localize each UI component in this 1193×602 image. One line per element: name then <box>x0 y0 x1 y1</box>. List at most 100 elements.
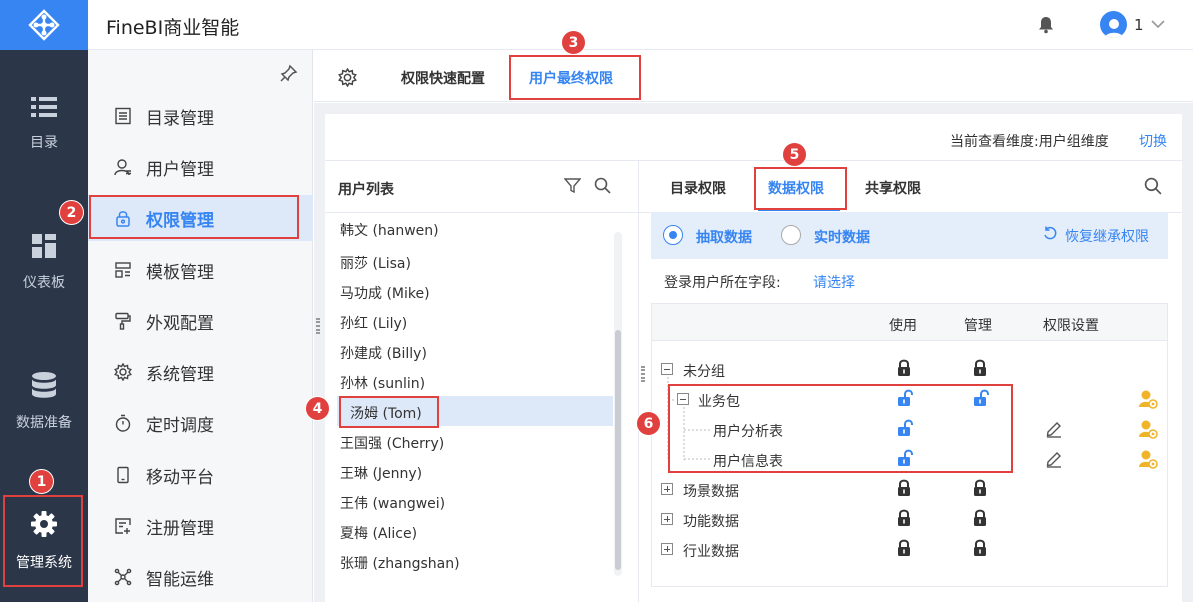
user-setting-icon[interactable] <box>1138 449 1158 469</box>
scrollbar-thumb[interactable] <box>615 330 621 570</box>
locked-icon[interactable] <box>973 479 987 497</box>
submenu-label: 智能运维 <box>146 569 214 590</box>
switch-dimension-link[interactable]: 切换 <box>1139 131 1167 151</box>
rail-label: 仪表板 <box>23 275 65 291</box>
tree-node[interactable]: 未分组 <box>683 361 725 381</box>
locked-icon[interactable] <box>897 509 911 527</box>
submenu-item-templates[interactable]: 模板管理 <box>88 247 313 293</box>
step-badge: 3 <box>561 30 586 55</box>
list-item[interactable]: 孙林 (sunlin) <box>340 373 425 393</box>
radio-extract[interactable] <box>663 225 683 245</box>
dimension-label: 当前查看维度:用户组维度 <box>950 134 1109 150</box>
step-badge: 2 <box>59 200 84 225</box>
list-item[interactable]: 丽莎 (Lisa) <box>340 253 411 273</box>
logo[interactable] <box>0 0 88 50</box>
database-icon <box>32 372 56 398</box>
header-manage: 管理 <box>964 318 992 334</box>
settings-gear-icon[interactable] <box>338 68 357 87</box>
restore-inherit-link[interactable]: 恢复继承权限 <box>1065 226 1149 246</box>
divider <box>638 160 639 602</box>
divider <box>325 160 1182 161</box>
tab-share-permission[interactable]: 共享权限 <box>865 178 921 198</box>
list-item[interactable]: 张珊 (zhangshan) <box>340 553 460 573</box>
resize-handle[interactable] <box>641 366 645 382</box>
avatar[interactable] <box>1100 11 1127 38</box>
user-setting-icon[interactable] <box>1138 389 1158 409</box>
pin-icon[interactable] <box>280 64 298 82</box>
radio-realtime-label[interactable]: 实时数据 <box>814 227 870 247</box>
submenu-label: 系统管理 <box>146 364 214 385</box>
tab-quick-config[interactable]: 权限快速配置 <box>401 68 485 88</box>
radio-extract-label[interactable]: 抽取数据 <box>696 227 752 247</box>
filter-icon[interactable] <box>564 177 581 194</box>
rail-item-data-prep[interactable]: 数据准备 <box>0 372 88 432</box>
timer-icon <box>115 414 131 432</box>
locked-icon[interactable] <box>973 509 987 527</box>
expand-toggle[interactable] <box>661 513 673 525</box>
user-icon <box>114 159 131 176</box>
submenu-label: 注册管理 <box>146 518 214 539</box>
radio-realtime[interactable] <box>781 225 801 245</box>
tree-node[interactable]: 功能数据 <box>683 511 739 531</box>
locked-icon[interactable] <box>973 359 987 377</box>
edit-icon[interactable] <box>1045 450 1063 468</box>
list-item[interactable]: 孙建成 (Billy) <box>340 343 427 363</box>
submenu-item-mobile[interactable]: 移动平台 <box>88 452 313 498</box>
highlight-box-business-package <box>668 384 1013 473</box>
submenu-item-catalog[interactable]: 目录管理 <box>88 93 313 139</box>
list-item[interactable]: 夏梅 (Alice) <box>340 523 417 543</box>
undo-icon[interactable] <box>1043 226 1058 241</box>
locked-icon[interactable] <box>973 539 987 557</box>
submenu-label: 移动平台 <box>146 467 214 488</box>
list-item[interactable]: 王伟 (wangwei) <box>340 493 445 513</box>
locked-icon[interactable] <box>897 539 911 557</box>
resize-handle[interactable] <box>316 318 320 334</box>
submenu-label: 目录管理 <box>146 108 214 129</box>
login-field-select[interactable]: 请选择 <box>813 272 855 292</box>
rail-item-dashboard[interactable]: 仪表板 <box>0 234 88 292</box>
expand-toggle[interactable] <box>661 483 673 495</box>
list-item[interactable]: 马功成 (Mike) <box>340 283 430 303</box>
list-item[interactable]: 孙红 (Lily) <box>340 313 407 333</box>
tree-node[interactable]: 行业数据 <box>683 541 739 561</box>
user-setting-icon[interactable] <box>1138 419 1158 439</box>
edit-icon[interactable] <box>1045 420 1063 438</box>
person-icon <box>1104 19 1123 38</box>
submenu-item-users[interactable]: 用户管理 <box>88 144 313 190</box>
submenu-item-schedule[interactable]: 定时调度 <box>88 400 313 446</box>
list-item[interactable]: 韩文 (hanwen) <box>340 220 439 237</box>
user-list-title: 用户列表 <box>338 182 394 198</box>
list-item[interactable]: 王国强 (Cherry) <box>340 433 444 453</box>
submenu-item-system[interactable]: 系统管理 <box>88 349 313 395</box>
collapse-toggle[interactable] <box>661 363 673 375</box>
mobile-icon <box>117 466 129 484</box>
rail-label: 目录 <box>30 135 58 151</box>
highlight-box-permissions <box>89 195 299 239</box>
tree-node[interactable]: 场景数据 <box>683 481 739 501</box>
register-icon <box>115 518 131 534</box>
expand-toggle[interactable] <box>661 543 673 555</box>
submenu-item-ops[interactable]: 智能运维 <box>88 554 313 600</box>
bell-icon[interactable] <box>1038 16 1054 34</box>
app-title: FineBI商业智能 <box>106 17 240 39</box>
tab-catalog-permission[interactable]: 目录权限 <box>670 178 726 198</box>
locked-icon[interactable] <box>897 359 911 377</box>
rail-label: 数据准备 <box>16 415 72 431</box>
header-setting: 权限设置 <box>1043 318 1099 334</box>
paint-roller-icon <box>115 312 131 330</box>
user-name[interactable]: 1 <box>1134 16 1144 34</box>
submenu-item-appearance[interactable]: 外观配置 <box>88 298 313 344</box>
step-badge: 5 <box>782 142 807 167</box>
search-icon[interactable] <box>1144 177 1162 195</box>
finebi-logo-icon <box>28 9 60 41</box>
submenu-item-register[interactable]: 注册管理 <box>88 503 313 549</box>
submenu-label: 定时调度 <box>146 415 214 436</box>
highlight-box-data-tab <box>754 167 847 210</box>
list-item[interactable]: 王琳 (Jenny) <box>340 463 422 483</box>
submenu-label: 模板管理 <box>146 262 214 283</box>
search-icon[interactable] <box>594 177 611 194</box>
rail-item-catalog[interactable]: 目录 <box>0 96 88 152</box>
chevron-down-icon[interactable] <box>1151 17 1165 31</box>
list-icon <box>31 97 57 117</box>
locked-icon[interactable] <box>897 479 911 497</box>
